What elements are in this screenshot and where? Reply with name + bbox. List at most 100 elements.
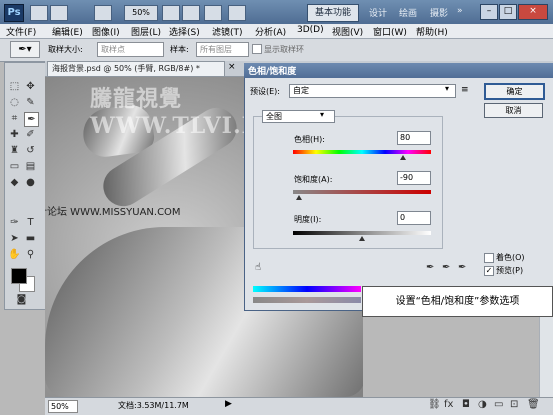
layer-link-icon[interactable]: ⛓ xyxy=(428,399,441,410)
menu-file[interactable]: 文件(F) xyxy=(6,25,36,38)
clone-stamp-tool-icon[interactable]: ♜ xyxy=(8,144,21,157)
input-color-bar xyxy=(253,286,361,292)
eyedropper-plus-icon[interactable]: ✒ xyxy=(442,262,450,273)
zoom-level-select[interactable]: 50% xyxy=(124,5,158,21)
crop-tool-icon[interactable]: ⌗ xyxy=(8,112,21,125)
zoom-tool-icon[interactable] xyxy=(182,5,200,21)
new-layer-icon[interactable]: ⊡ xyxy=(510,399,518,410)
workspace-more-icon[interactable]: » xyxy=(457,6,463,16)
brush-tool-icon[interactable]: ✐ xyxy=(24,128,37,141)
menu-help[interactable]: 帮助(H) xyxy=(416,25,448,38)
eyedropper-minus-icon[interactable]: ✒ xyxy=(458,262,466,273)
lasso-tool-icon[interactable]: ◌ xyxy=(8,96,21,109)
lightness-label: 明度(I): xyxy=(294,215,322,224)
bridge-icon[interactable] xyxy=(30,5,48,21)
layer-mask-icon[interactable]: ◘ xyxy=(462,399,470,410)
saturation-input[interactable]: -90 xyxy=(397,171,431,185)
ok-button[interactable]: 确定 xyxy=(484,83,545,100)
blur-tool-icon[interactable]: ◆ xyxy=(8,176,21,189)
maximize-button[interactable]: □ xyxy=(499,4,517,20)
workspace-painting[interactable]: 绘画 xyxy=(399,6,417,19)
hue-label: 色相(H): xyxy=(294,135,325,144)
menu-analysis[interactable]: 分析(A) xyxy=(255,25,286,38)
preset-label: 预设(E): xyxy=(250,87,280,96)
title-bar xyxy=(0,0,553,24)
menu-image[interactable]: 图像(I) xyxy=(92,25,120,38)
pen-tool-icon[interactable]: ✑ xyxy=(8,216,21,229)
menu-view[interactable]: 视图(V) xyxy=(332,25,363,38)
document-tab-close-icon[interactable]: × xyxy=(228,62,236,72)
sample-size-select[interactable]: 取样点 xyxy=(97,42,164,57)
workspace-design[interactable]: 设计 xyxy=(369,6,387,19)
type-tool-icon[interactable]: T xyxy=(24,216,37,229)
zoom-field[interactable]: 50% xyxy=(48,400,78,413)
eyedropper-preset-icon[interactable]: ✒▾ xyxy=(10,41,40,58)
layer-fx-icon[interactable]: fx xyxy=(444,399,453,410)
preset-options-icon[interactable]: ≡ xyxy=(461,85,469,95)
foreground-color-swatch-front xyxy=(11,268,27,284)
workspace-photography[interactable]: 摄影 xyxy=(430,6,448,19)
hue-input[interactable]: 80 xyxy=(397,131,431,145)
layer-group-icon[interactable]: ▭ xyxy=(494,399,503,410)
photoshop-logo: Ps xyxy=(4,4,24,22)
close-button[interactable]: × xyxy=(518,4,548,20)
move-tool-icon[interactable]: ✥ xyxy=(24,80,37,93)
dialog-title: 色相/饱和度 xyxy=(248,67,297,77)
hue-slider-thumb[interactable] xyxy=(400,155,406,160)
eraser-tool-icon[interactable]: ▭ xyxy=(8,160,21,173)
saturation-slider-thumb[interactable] xyxy=(296,195,302,200)
menu-3d[interactable]: 3D(D) xyxy=(297,25,324,35)
channel-dropdown-icon[interactable]: ▾ xyxy=(320,110,324,119)
lightness-slider-thumb[interactable] xyxy=(359,236,365,241)
history-brush-tool-icon[interactable]: ↺ xyxy=(24,144,37,157)
sample-size-label: 取样大小: xyxy=(48,45,83,54)
target-adjust-hand-icon[interactable]: ☝ xyxy=(255,262,261,273)
show-sampling-ring-checkbox[interactable] xyxy=(252,44,262,54)
document-tab[interactable]: 海报背景.psd @ 50% (手臂, RGB/8#) * xyxy=(47,61,225,76)
saturation-slider[interactable] xyxy=(293,190,431,194)
document-info: 文档:3.53M/11.7M xyxy=(118,401,189,410)
zoom-tool-icon-box[interactable]: ⚲ xyxy=(24,248,37,261)
screen-mode-icon[interactable] xyxy=(228,5,246,21)
mini-bridge-icon[interactable] xyxy=(50,5,68,21)
preset-dropdown-icon[interactable]: ▾ xyxy=(445,84,449,93)
shape-tool-icon[interactable]: ▬ xyxy=(24,232,37,245)
hand-tool-icon-box[interactable]: ✋ xyxy=(8,248,21,261)
cancel-button[interactable]: 取消 xyxy=(484,103,543,118)
hue-slider[interactable] xyxy=(293,150,431,154)
adjustment-layer-icon[interactable]: ◑ xyxy=(478,399,487,410)
healing-brush-tool-icon[interactable]: ✚ xyxy=(8,128,21,141)
menu-filter[interactable]: 滤镜(T) xyxy=(212,25,243,38)
menu-layer[interactable]: 图层(L) xyxy=(131,25,161,38)
preview-checkbox[interactable]: ✓ xyxy=(484,266,494,276)
menu-window[interactable]: 窗口(W) xyxy=(373,25,407,38)
show-sampling-ring-label: 显示取样环 xyxy=(264,45,304,54)
eyedropper-icon[interactable]: ✒ xyxy=(426,262,434,273)
lightness-input[interactable]: 0 xyxy=(397,211,431,225)
path-select-tool-icon[interactable]: ➤ xyxy=(8,232,21,245)
colorize-label: 着色(O) xyxy=(496,253,525,262)
dodge-tool-icon[interactable]: ● xyxy=(24,176,37,189)
gradient-tool-icon[interactable]: ▤ xyxy=(24,160,37,173)
channel-select[interactable]: 全图 xyxy=(262,110,335,123)
marquee-tool-icon[interactable]: ⬚ xyxy=(8,80,21,93)
quick-mask-icon[interactable]: ◙ xyxy=(15,293,28,306)
saturation-label: 饱和度(A): xyxy=(294,175,333,184)
lightness-slider[interactable] xyxy=(293,231,431,235)
menu-select[interactable]: 选择(S) xyxy=(169,25,200,38)
hand-tool-icon[interactable] xyxy=(162,5,180,21)
delete-layer-icon[interactable]: 🗑 xyxy=(527,399,540,410)
status-menu-icon[interactable]: ▶ xyxy=(225,399,232,409)
view-extras-icon[interactable] xyxy=(94,5,112,21)
menu-edit[interactable]: 编辑(E) xyxy=(52,25,83,38)
workspace-essentials-button[interactable]: 基本功能 xyxy=(307,4,359,22)
colorize-checkbox[interactable] xyxy=(484,253,494,263)
preset-select[interactable]: 自定 xyxy=(289,84,456,98)
sample-label: 样本: xyxy=(170,45,189,54)
sample-select[interactable]: 所有图层 xyxy=(196,42,249,57)
arrange-documents-icon[interactable] xyxy=(204,5,222,21)
eyedropper-tool-icon[interactable]: ✒ xyxy=(24,112,39,127)
quick-select-tool-icon[interactable]: ✎ xyxy=(24,96,37,109)
minimize-button[interactable]: – xyxy=(480,4,498,20)
output-color-bar xyxy=(253,297,361,303)
